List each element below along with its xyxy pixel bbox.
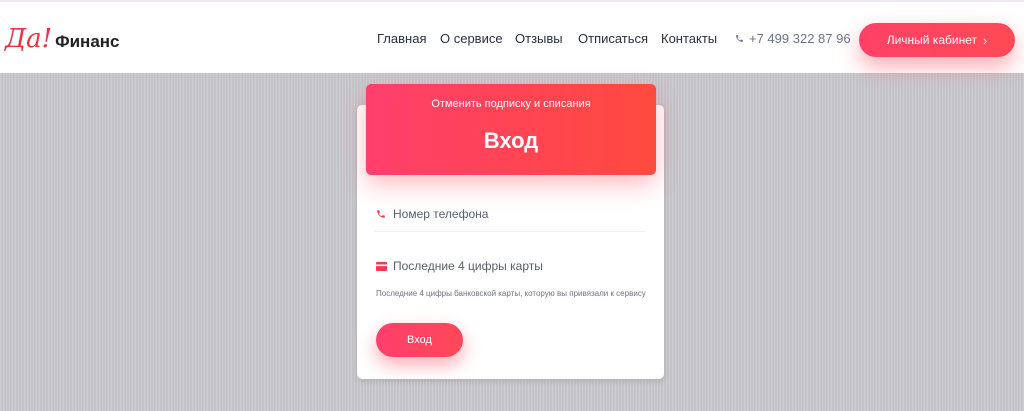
nav-item-about[interactable]: О сервисе bbox=[440, 31, 503, 46]
phone-icon bbox=[736, 35, 743, 42]
chevron-right-icon: › bbox=[982, 32, 988, 48]
phone-number: +7 499 322 87 96 bbox=[749, 31, 851, 46]
phone-input[interactable] bbox=[393, 206, 633, 221]
logo-mark: Да! bbox=[5, 24, 53, 54]
phone-field[interactable] bbox=[375, 196, 645, 232]
card-digits-hint: Последние 4 цифры банковской карты, кото… bbox=[376, 289, 646, 298]
phone-icon bbox=[375, 208, 387, 220]
card-digits-field[interactable] bbox=[375, 248, 645, 284]
logo-text: Финанс bbox=[55, 32, 120, 51]
nav-item-unsubscribe[interactable]: Отписаться bbox=[578, 31, 648, 46]
login-card-header: Отменить подписку и списания Вход bbox=[366, 84, 656, 175]
login-button[interactable]: Вход bbox=[376, 323, 463, 357]
login-title: Вход bbox=[483, 128, 539, 153]
login-subtitle: Отменить подписку и списания bbox=[431, 98, 591, 110]
nav-item-home[interactable]: Главная bbox=[377, 31, 426, 46]
logo[interactable]: Да! Финанс bbox=[5, 26, 120, 52]
card-icon bbox=[375, 260, 387, 272]
card-digits-input[interactable] bbox=[393, 259, 633, 273]
nav-item-contacts[interactable]: Контакты bbox=[661, 31, 717, 46]
nav-item-reviews[interactable]: Отзывы bbox=[515, 31, 563, 46]
personal-cabinet-label: Личный кабинет bbox=[886, 33, 977, 47]
header-phone[interactable]: +7 499 322 87 96 bbox=[735, 31, 851, 46]
site-header: Да! Финанс Главная О сервисе Отзывы Отпи… bbox=[0, 0, 1024, 73]
personal-cabinet-button[interactable]: Личный кабинет › bbox=[859, 23, 1015, 57]
